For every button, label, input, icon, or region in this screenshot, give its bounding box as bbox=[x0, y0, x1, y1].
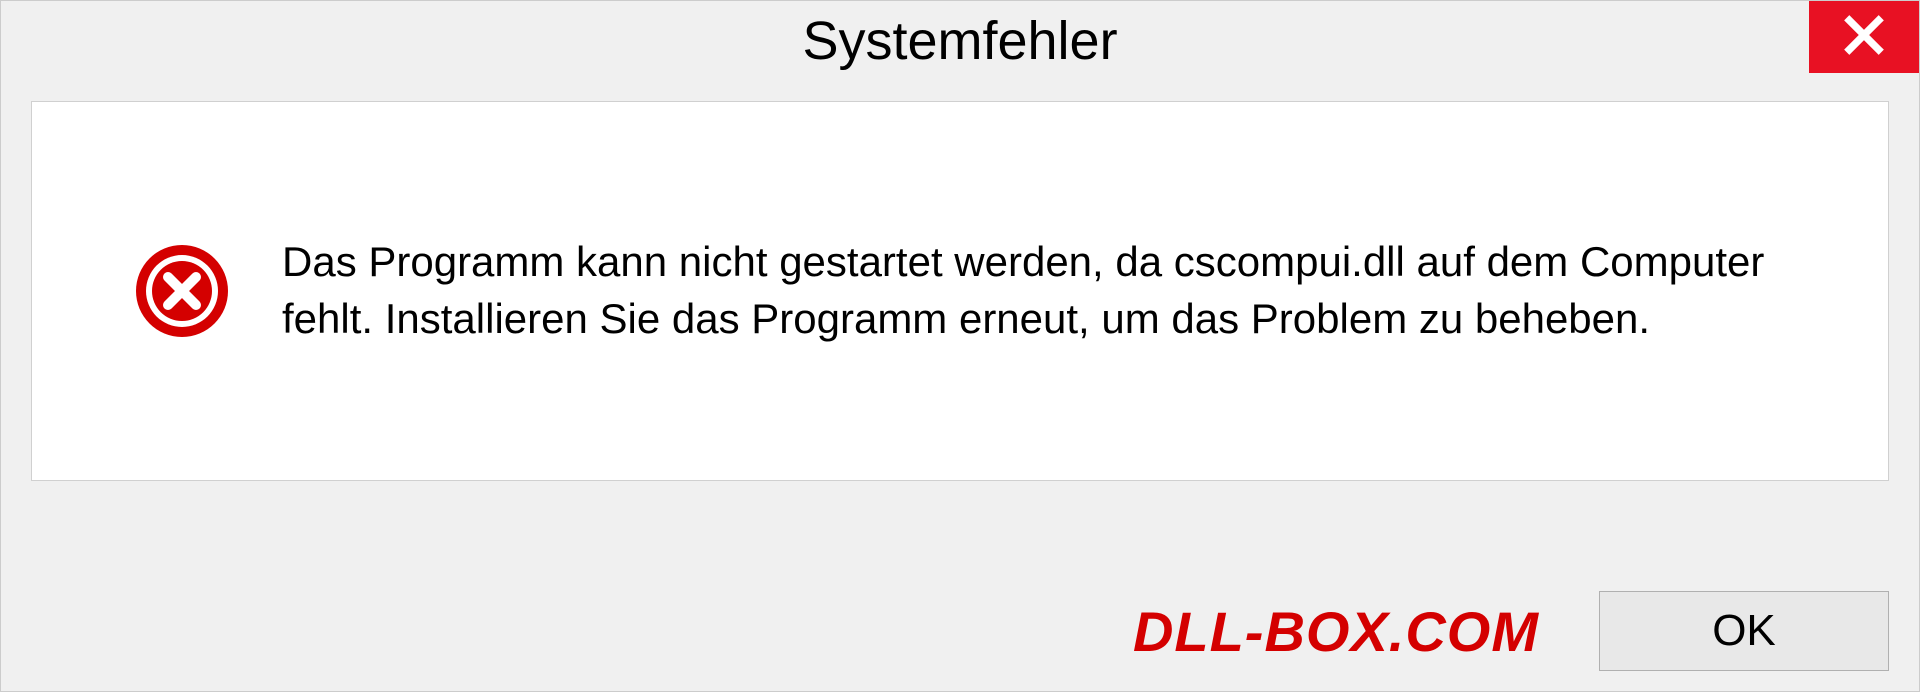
titlebar: Systemfehler bbox=[1, 1, 1919, 81]
ok-button[interactable]: OK bbox=[1599, 591, 1889, 671]
footer: DLL-BOX.COM OK bbox=[1, 591, 1889, 671]
error-icon bbox=[132, 241, 232, 341]
error-message: Das Programm kann nicht gestartet werden… bbox=[282, 234, 1848, 347]
content-panel: Das Programm kann nicht gestartet werden… bbox=[31, 101, 1889, 481]
dialog-title: Systemfehler bbox=[802, 10, 1117, 72]
watermark-text: DLL-BOX.COM bbox=[1133, 599, 1539, 664]
close-button[interactable] bbox=[1809, 1, 1919, 73]
close-icon bbox=[1842, 13, 1886, 62]
